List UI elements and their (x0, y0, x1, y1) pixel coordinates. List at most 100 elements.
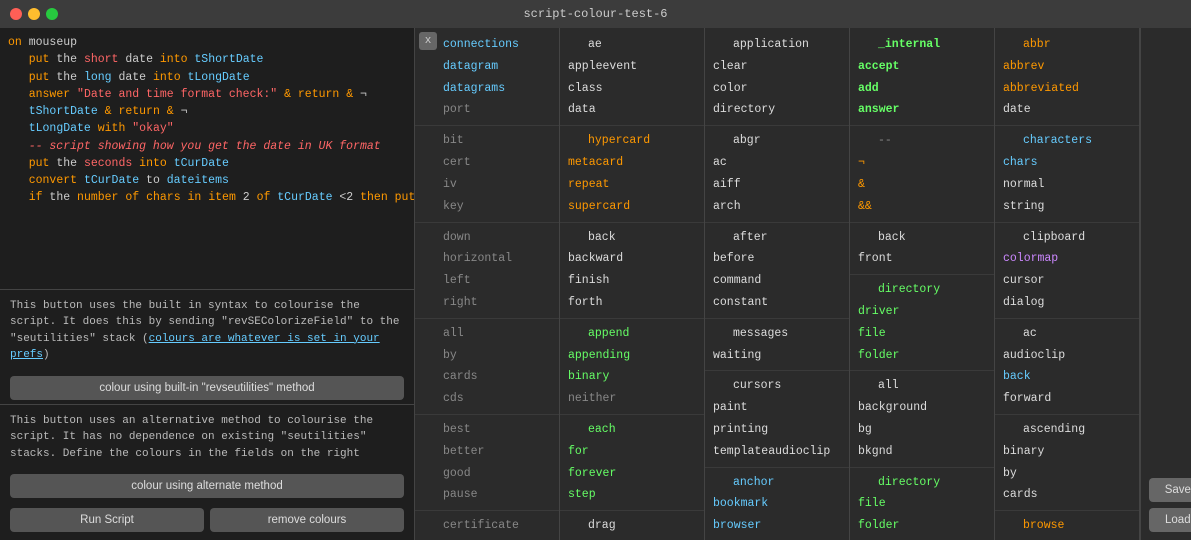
list-item[interactable]: all (850, 375, 994, 397)
list-item[interactable]: forever (560, 463, 704, 485)
list-item[interactable]: clipboard (995, 227, 1139, 249)
list-item[interactable]: all (415, 323, 559, 345)
list-item[interactable]: ac (995, 323, 1139, 345)
list-item[interactable]: ae (560, 34, 704, 56)
list-item[interactable]: datagrams (415, 78, 559, 100)
list-item[interactable]: directory (850, 472, 994, 494)
close-button[interactable] (10, 8, 22, 20)
list-item[interactable]: repeat (560, 174, 704, 196)
list-item[interactable]: hypercard (560, 130, 704, 152)
list-item[interactable]: background (850, 397, 994, 419)
list-item[interactable]: normal (995, 174, 1139, 196)
list-item[interactable]: certificate (415, 515, 559, 537)
list-item[interactable]: metacard (560, 152, 704, 174)
prefs-link[interactable]: colours are whatever is set in your pref… (10, 333, 380, 362)
list-item[interactable]: pause (415, 484, 559, 506)
list-item[interactable]: down (415, 227, 559, 249)
list-item[interactable]: command (705, 270, 849, 292)
list-item[interactable]: cards (415, 366, 559, 388)
list-item[interactable]: good (415, 463, 559, 485)
list-item[interactable]: by (995, 463, 1139, 485)
list-item[interactable]: colormap (995, 248, 1139, 270)
list-item[interactable]: dialog (995, 292, 1139, 314)
list-item[interactable]: aiff (705, 174, 849, 196)
list-item[interactable]: back (850, 227, 994, 249)
list-item[interactable]: bit (415, 130, 559, 152)
list-item[interactable]: abbreviated (995, 78, 1139, 100)
list-item[interactable]: binary (560, 366, 704, 388)
remove-colours-button[interactable]: remove colours (210, 508, 404, 532)
list-item[interactable]: add (850, 78, 994, 100)
list-item[interactable]: left (415, 270, 559, 292)
list-item[interactable]: -- (850, 130, 994, 152)
list-item[interactable]: cards (995, 484, 1139, 506)
list-item[interactable]: paint (705, 397, 849, 419)
list-item[interactable]: templateaudioclip (705, 441, 849, 463)
list-item[interactable]: supercard (560, 196, 704, 218)
minimize-button[interactable] (28, 8, 40, 20)
list-item[interactable]: front (850, 248, 994, 270)
list-item[interactable]: appending (560, 345, 704, 367)
list-item[interactable]: best (415, 419, 559, 441)
list-item[interactable]: waiting (705, 345, 849, 367)
x-button[interactable]: x (419, 32, 437, 50)
list-item[interactable]: audioclip (995, 345, 1139, 367)
list-item[interactable]: & (850, 174, 994, 196)
run-script-button[interactable]: Run Script (10, 508, 204, 532)
list-item[interactable]: bkgnd (850, 441, 994, 463)
list-item[interactable]: browse (995, 515, 1139, 537)
maximize-button[interactable] (46, 8, 58, 20)
list-item[interactable]: color (705, 78, 849, 100)
list-item[interactable]: forth (560, 292, 704, 314)
list-item[interactable]: arch (705, 196, 849, 218)
list-item[interactable]: answer (850, 99, 994, 121)
list-item[interactable]: backward (560, 248, 704, 270)
list-item[interactable]: binary (995, 441, 1139, 463)
list-item[interactable]: cursors (705, 375, 849, 397)
list-item[interactable]: chars (995, 152, 1139, 174)
list-item[interactable]: date (995, 99, 1139, 121)
list-item[interactable]: ¬ (850, 152, 994, 174)
list-item[interactable]: folder (850, 345, 994, 367)
list-item[interactable]: port (415, 99, 559, 121)
list-item[interactable]: accept (850, 56, 994, 78)
list-item[interactable]: directory (705, 99, 849, 121)
list-item[interactable]: abbr (995, 34, 1139, 56)
list-item[interactable]: better (415, 441, 559, 463)
list-item[interactable]: drag (560, 515, 704, 537)
list-item[interactable]: forward (995, 388, 1139, 410)
list-item[interactable]: && (850, 196, 994, 218)
list-item[interactable]: cursor (995, 270, 1139, 292)
list-item[interactable]: file (850, 493, 994, 515)
list-item[interactable]: ascending (995, 419, 1139, 441)
list-item[interactable]: string (995, 196, 1139, 218)
list-item[interactable]: datagram (415, 56, 559, 78)
list-item[interactable]: key (415, 196, 559, 218)
list-item[interactable]: cds (415, 388, 559, 410)
list-item[interactable]: abbrev (995, 56, 1139, 78)
list-item[interactable]: for (560, 441, 704, 463)
list-item[interactable]: clear (705, 56, 849, 78)
window-controls[interactable] (10, 8, 58, 20)
list-item[interactable]: class (560, 78, 704, 100)
list-item[interactable]: append (560, 323, 704, 345)
load-scheme-button[interactable]: Load Scheme (1149, 508, 1191, 532)
list-item[interactable]: horizontal (415, 248, 559, 270)
list-item[interactable]: messages (705, 323, 849, 345)
list-item[interactable]: data (560, 99, 704, 121)
list-item[interactable]: after (705, 227, 849, 249)
list-item[interactable]: back (560, 227, 704, 249)
list-item[interactable]: file (850, 323, 994, 345)
builtin-method-button[interactable]: colour using built-in "revseutilities" m… (10, 376, 404, 400)
list-item[interactable]: browser (705, 515, 849, 537)
list-item[interactable]: ac (705, 152, 849, 174)
list-item[interactable]: appleevent (560, 56, 704, 78)
list-item[interactable]: abgr (705, 130, 849, 152)
list-item[interactable]: constant (705, 292, 849, 314)
list-item[interactable]: each (560, 419, 704, 441)
list-item[interactable]: anchor (705, 472, 849, 494)
list-item[interactable]: right (415, 292, 559, 314)
alternate-method-button[interactable]: colour using alternate method (10, 474, 404, 498)
list-item[interactable]: _internal (850, 34, 994, 56)
list-item[interactable]: back (995, 366, 1139, 388)
